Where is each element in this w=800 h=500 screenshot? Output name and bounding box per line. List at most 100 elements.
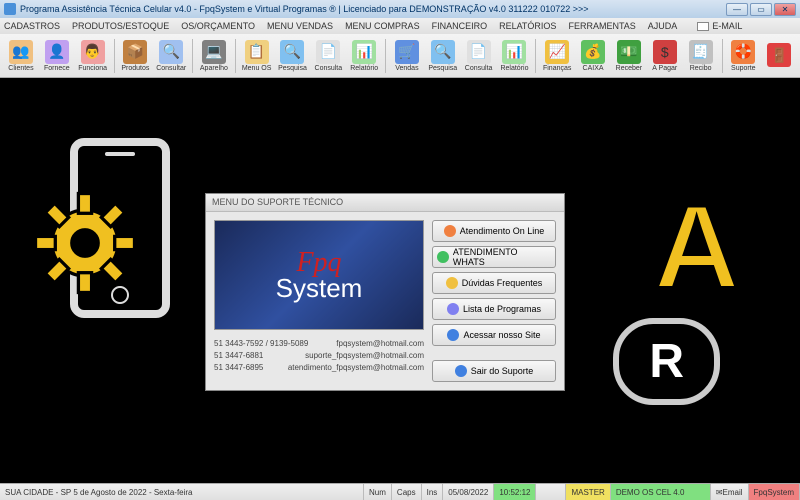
support-dialog: MENU DO SUPORTE TÉCNICO Fpq System 51 34…	[205, 193, 565, 391]
tool-icon: $	[653, 40, 677, 64]
tool-icon: 📦	[123, 40, 147, 64]
tool-icon: 📊	[352, 40, 376, 64]
tool-icon: 👨	[81, 40, 105, 64]
tool-label: Aparelho	[200, 65, 228, 72]
tool-pesquisa[interactable]: 🔍Pesquisa	[276, 36, 310, 76]
tool-icon: 📄	[467, 40, 491, 64]
status-master: MASTER	[566, 484, 610, 500]
tool-label: Consulta	[315, 65, 343, 72]
app-icon	[4, 3, 16, 15]
tool-aparelho[interactable]: 💻Aparelho	[197, 36, 231, 76]
menu-email[interactable]: E-MAIL	[697, 21, 742, 31]
window-title: Programa Assistência Técnica Celular v4.…	[20, 4, 589, 14]
menu-compras[interactable]: MENU COMPRAS	[345, 21, 420, 31]
menu-ferramentas[interactable]: FERRAMENTAS	[568, 21, 635, 31]
tool-consultar[interactable]: 🔍Consultar	[154, 36, 188, 76]
status-bar: SUA CIDADE - SP 5 de Agosto de 2022 - Se…	[0, 483, 800, 500]
tool-label: Receber	[616, 65, 642, 72]
tool-label: Consulta	[465, 65, 493, 72]
tool-finanças[interactable]: 📈Finanças	[540, 36, 574, 76]
status-brand: FpqSystem	[749, 484, 800, 500]
headset-icon	[444, 225, 456, 237]
faq-button[interactable]: Dúvidas Frequentes	[432, 272, 556, 294]
tool-label: Pesquisa	[428, 65, 457, 72]
tool-relatório[interactable]: 📊Relatório	[498, 36, 532, 76]
online-support-button[interactable]: Atendimento On Line	[432, 220, 556, 242]
tool-consulta[interactable]: 📄Consulta	[462, 36, 496, 76]
minimize-button[interactable]: —	[726, 3, 748, 16]
tool-icon: 💻	[202, 40, 226, 64]
tool-icon: 🚪	[767, 43, 791, 67]
tool-label: Funciona	[78, 65, 107, 72]
tool-exit[interactable]: 🚪	[762, 36, 796, 76]
tool-icon: 🧾	[689, 40, 713, 64]
status-ins: Ins	[422, 484, 444, 500]
menu-relatorios[interactable]: RELATÓRIOS	[499, 21, 556, 31]
status-email[interactable]: ✉ Email	[711, 484, 749, 500]
tool-label: Relatório	[350, 65, 378, 72]
globe-icon	[447, 329, 459, 341]
exit-support-button[interactable]: Sair do Suporte	[432, 360, 556, 382]
tool-caixa[interactable]: 💰CAIXA	[576, 36, 610, 76]
tool-icon: 💰	[581, 40, 605, 64]
menu-bar: CADASTROS PRODUTOS/ESTOQUE OS/ORÇAMENTO …	[0, 18, 800, 34]
tool-icon: 📈	[545, 40, 569, 64]
tool-icon: 🛒	[395, 40, 419, 64]
menu-cadastros[interactable]: CADASTROS	[4, 21, 60, 31]
tool-label: A Pagar	[652, 65, 677, 72]
programs-list-button[interactable]: Lista de Programas	[432, 298, 556, 320]
status-time: 10:52:12	[494, 484, 536, 500]
gear-icon	[30, 188, 140, 298]
tool-label: Suporte	[731, 65, 756, 72]
window-controls: — ▭ ✕	[726, 3, 796, 16]
whatsapp-icon	[437, 251, 449, 263]
tool-relatório[interactable]: 📊Relatório	[347, 36, 381, 76]
tool-a pagar[interactable]: $A Pagar	[648, 36, 682, 76]
menu-produtos[interactable]: PRODUTOS/ESTOQUE	[72, 21, 169, 31]
tool-label: Relatório	[500, 65, 528, 72]
status-location: SUA CIDADE - SP 5 de Agosto de 2022 - Se…	[0, 484, 364, 500]
tool-funciona[interactable]: 👨Funciona	[76, 36, 110, 76]
tool-receber[interactable]: 💵Receber	[612, 36, 646, 76]
status-date: 05/08/2022	[443, 484, 494, 500]
maximize-button[interactable]: ▭	[750, 3, 772, 16]
tool-clientes[interactable]: 👥Clientes	[4, 36, 38, 76]
back-icon	[455, 365, 467, 377]
tool-consulta[interactable]: 📄Consulta	[311, 36, 345, 76]
main-canvas: A R MENU DO SUPORTE TÉCNICO Fpq System 5…	[0, 78, 800, 483]
close-button[interactable]: ✕	[774, 3, 796, 16]
status-gap	[536, 484, 566, 500]
menu-ajuda[interactable]: AJUDA	[648, 21, 678, 31]
tool-produtos[interactable]: 📦Produtos	[118, 36, 152, 76]
tool-icon: 📄	[316, 40, 340, 64]
title-bar: Programa Assistência Técnica Celular v4.…	[0, 0, 800, 18]
menu-vendas[interactable]: MENU VENDAS	[267, 21, 333, 31]
question-icon	[446, 277, 458, 289]
tool-fornece[interactable]: 👤Fornece	[40, 36, 74, 76]
brand-letter-r: R	[613, 318, 720, 405]
toolbar: 👥Clientes👤Fornece👨Funciona📦Produtos🔍Cons…	[0, 34, 800, 78]
whatsapp-button[interactable]: ATENDIMENTO WHATS	[432, 246, 556, 268]
tool-pesquisa[interactable]: 🔍Pesquisa	[426, 36, 460, 76]
tool-vendas[interactable]: 🛒Vendas	[390, 36, 424, 76]
list-icon	[447, 303, 459, 315]
tool-menu os[interactable]: 📋Menu OS	[240, 36, 274, 76]
dialog-title: MENU DO SUPORTE TÉCNICO	[206, 194, 564, 212]
status-demo: DEMO OS CEL 4.0	[611, 484, 711, 500]
tool-icon: 🛟	[731, 40, 755, 64]
menu-os[interactable]: OS/ORÇAMENTO	[181, 21, 255, 31]
fpq-logo: Fpq System	[214, 220, 424, 330]
tool-label: Produtos	[121, 65, 149, 72]
tool-label: Finanças	[543, 65, 571, 72]
tool-icon: 🔍	[159, 40, 183, 64]
tool-icon: 💵	[617, 40, 641, 64]
tool-suporte[interactable]: 🛟Suporte	[726, 36, 760, 76]
website-button[interactable]: Acessar nosso Site	[432, 324, 556, 346]
tool-recibo[interactable]: 🧾Recibo	[684, 36, 718, 76]
brand-letter-a: A	[653, 178, 740, 316]
menu-financeiro[interactable]: FINANCEIRO	[432, 21, 488, 31]
tool-label: Recibo	[690, 65, 712, 72]
tool-label: Fornece	[44, 65, 70, 72]
tool-label: Pesquisa	[278, 65, 307, 72]
tool-label: Vendas	[395, 65, 418, 72]
